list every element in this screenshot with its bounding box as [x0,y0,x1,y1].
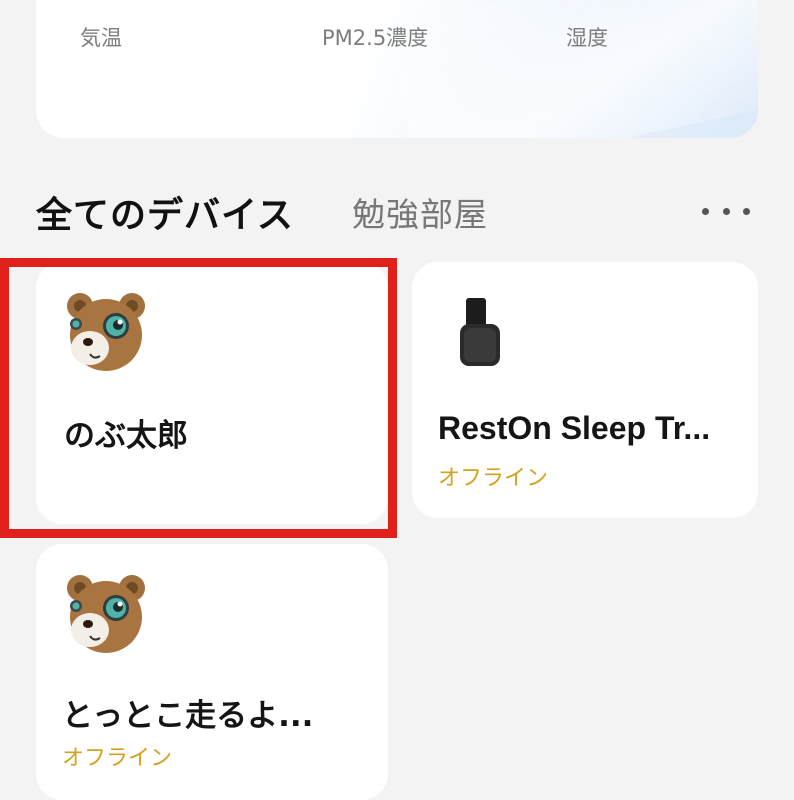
temperature-label: 気温 [80,26,122,50]
room-tabs: 全てのデバイス 勉強部屋 [36,186,758,236]
more-dot-icon [702,207,709,215]
bear-icon [67,575,145,653]
pm25-label: PM2.5濃度 [322,26,429,50]
more-options-button[interactable] [702,196,750,226]
device-name: とっとこ走るよ... [62,698,314,734]
device-card-reston-sleep-tracker[interactable]: RestOn Sleep Tr... オフライン [412,262,758,518]
device-status: オフライン [438,466,549,491]
device-status: オフライン [62,746,173,771]
device-name: RestOn Sleep Tr... [438,410,711,446]
device-card-tottoko[interactable]: とっとこ走るよ... オフライン [36,544,388,800]
tab-study-room[interactable]: 勉強部屋 [352,188,488,236]
humidity-label: 湿度 [566,26,608,50]
tab-all-devices[interactable]: 全てのデバイス [36,186,294,238]
more-dot-icon [722,207,730,215]
weather-card[interactable]: 気温 PM2.5濃度 湿度 [36,0,758,138]
selection-highlight-box [0,258,397,538]
more-dot-icon [743,207,750,215]
sleep-tracker-icon [460,298,500,366]
